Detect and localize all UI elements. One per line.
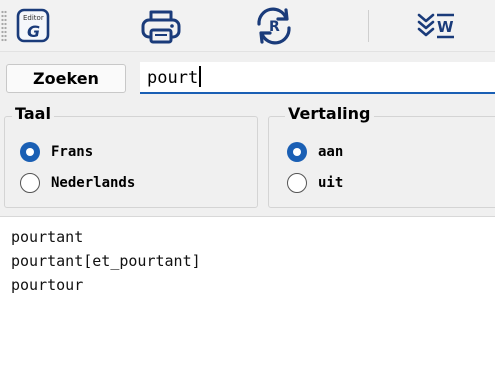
text-caret [199, 66, 202, 87]
radio-nederlands[interactable]: Nederlands [20, 173, 135, 193]
radio-frans-label: Frans [51, 144, 94, 160]
radio-frans[interactable]: Frans [20, 142, 93, 162]
toolbar: Editor G R W [0, 0, 495, 52]
print-button[interactable] [140, 6, 184, 46]
taal-group [4, 116, 258, 208]
svg-text:W: W [437, 18, 454, 36]
toolbar-separator [368, 10, 369, 42]
search-button[interactable]: Zoeken [6, 64, 126, 93]
radio-checked-icon [20, 142, 40, 162]
list-item[interactable]: pourtour [11, 273, 495, 297]
radio-aan-label: aan [318, 144, 344, 160]
printer-icon [141, 10, 181, 44]
radio-uit-label: uit [318, 175, 344, 191]
sync-r-icon: R [257, 7, 291, 45]
word-chevrons-button[interactable]: W [414, 6, 474, 46]
radio-unchecked-icon [20, 173, 40, 193]
svg-text:R: R [269, 19, 280, 35]
radio-checked-icon [287, 142, 307, 162]
radio-nederlands-label: Nederlands [51, 175, 136, 191]
svg-text:Editor: Editor [23, 14, 44, 22]
radio-aan[interactable]: aan [287, 142, 343, 162]
search-row: Zoeken pourt [0, 52, 495, 98]
list-item[interactable]: pourtant[et_pourtant] [11, 249, 495, 273]
radio-uit[interactable]: uit [287, 173, 343, 193]
taal-group-title: Taal [12, 104, 54, 123]
word-chevrons-icon: W [417, 13, 454, 39]
search-input[interactable]: pourt [140, 62, 495, 94]
toolbar-grip[interactable] [1, 10, 7, 42]
vertaling-group-title: Vertaling [285, 104, 374, 123]
search-input-text: pourt [147, 66, 202, 88]
vertaling-group [268, 116, 495, 208]
svg-text:G: G [27, 22, 40, 41]
list-item[interactable]: pourtant [11, 225, 495, 249]
results-list[interactable]: pourtant pourtant[et_pourtant] pourtour [0, 216, 495, 376]
editor-g-icon: Editor G [16, 8, 50, 43]
sync-r-button[interactable]: R [250, 6, 298, 46]
radio-unchecked-icon [287, 173, 307, 193]
editor-g-button[interactable]: Editor G [14, 6, 54, 46]
options-panel: Taal Frans Nederlands Vertaling aan uit [0, 98, 495, 216]
